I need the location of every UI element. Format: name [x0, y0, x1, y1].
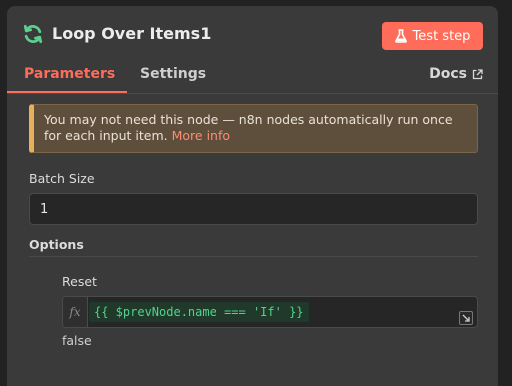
- panel-header: Loop Over Items1 Test step: [7, 6, 498, 64]
- options-divider: [29, 256, 478, 257]
- expression-code[interactable]: {{ $prevNode.name === 'If' }}: [89, 302, 309, 322]
- node-details-panel: Loop Over Items1 Test step Parameters Se…: [7, 6, 498, 386]
- test-step-label: Test step: [412, 28, 471, 44]
- docs-link[interactable]: Docs: [429, 64, 483, 84]
- tab-bar: Parameters Settings Docs: [7, 64, 498, 98]
- info-notice: You may not need this node — n8n nodes a…: [29, 104, 478, 153]
- options-heading: Options: [29, 237, 84, 252]
- reset-expression-field[interactable]: fx {{ $prevNode.name === 'If' }}: [62, 296, 478, 328]
- notice-text: You may not need this node — n8n nodes a…: [44, 112, 453, 143]
- loop-arrows-icon: [23, 24, 43, 44]
- batch-size-label: Batch Size: [29, 171, 95, 186]
- tab-settings[interactable]: Settings: [140, 64, 206, 96]
- active-tab-indicator: [7, 91, 127, 93]
- node-title[interactable]: Loop Over Items1: [52, 23, 211, 45]
- fx-icon: fx: [63, 297, 88, 327]
- expression-result: false: [62, 333, 92, 348]
- tab-divider: [7, 93, 498, 94]
- flask-icon: [394, 29, 407, 43]
- docs-label: Docs: [429, 66, 467, 82]
- external-link-icon: [472, 68, 483, 79]
- reset-label: Reset: [62, 274, 97, 289]
- batch-size-input[interactable]: [29, 193, 478, 225]
- expand-editor-icon[interactable]: [459, 311, 473, 325]
- test-step-button[interactable]: Test step: [382, 22, 483, 50]
- more-info-link[interactable]: More info: [172, 128, 230, 143]
